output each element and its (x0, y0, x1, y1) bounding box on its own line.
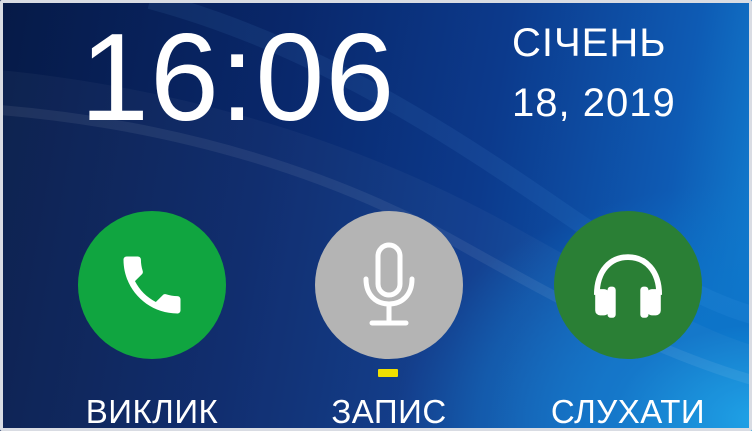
call-label: ВИКЛИК (85, 393, 219, 430)
clock-time: 16:06 (80, 9, 396, 147)
listen-label: СЛУХАТИ (550, 393, 706, 430)
microphone-icon (363, 242, 415, 326)
call-button[interactable] (78, 211, 226, 359)
listen-button[interactable] (554, 211, 702, 359)
selection-indicator (378, 369, 398, 377)
phone-icon (123, 256, 181, 314)
calendar-date: 18, 2019 (512, 81, 676, 125)
intercom-home-screen: 16:06 СІЧЕНЬ 18, 2019 ВИКЛИК ЗАПИС СЛУХА… (0, 0, 752, 431)
record-label: ЗАПИС (331, 393, 447, 430)
headphones-icon (593, 254, 663, 318)
calendar-month: СІЧЕНЬ (512, 21, 667, 65)
record-button[interactable] (315, 211, 463, 359)
